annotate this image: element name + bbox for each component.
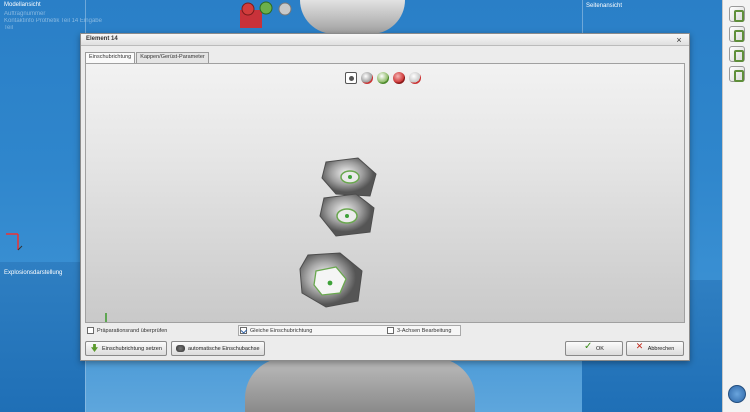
right-toolbar	[722, 0, 750, 412]
options-row: Präparationsrand überprüfen Gleiche Eins…	[85, 325, 685, 337]
toolbar-tool-icon-1[interactable]	[729, 6, 745, 22]
navigation-icon[interactable]	[728, 385, 746, 403]
background-model-top	[300, 0, 405, 34]
toolbar-tool-icon-4[interactable]	[729, 66, 745, 82]
set-direction-label: Einschubrichtung setzen	[102, 345, 162, 352]
tooth-model-lower[interactable]	[296, 249, 366, 311]
dialog-title: Element 14	[86, 36, 118, 42]
toolbar-tool-icon-2[interactable]	[729, 26, 745, 42]
view-tooth-icon-3[interactable]	[393, 72, 405, 84]
model-view-info-3: Teil	[4, 25, 14, 31]
cancel-label: Abbrechen	[647, 345, 675, 352]
tooth-model-upper[interactable]	[316, 154, 381, 239]
view-tooth-icon-1[interactable]	[361, 72, 373, 84]
background-bottom-band-left	[0, 262, 85, 412]
dialog-tabs: Einschubrichtung Kappen/Gerüst-Parameter	[85, 52, 210, 63]
view-tooth-icon-4[interactable]	[409, 72, 421, 84]
three-axis-option[interactable]: 3-Achsen Bearbeitung	[387, 327, 451, 334]
ok-button[interactable]: OK	[565, 341, 623, 356]
axis-indicator: x	[105, 313, 107, 322]
check-margin-option[interactable]: Präparationsrand überprüfen	[87, 327, 167, 334]
checkmark-icon	[584, 341, 593, 353]
background-tooth-icons	[240, 0, 302, 28]
tab-insertion-direction[interactable]: Einschubrichtung	[85, 52, 136, 63]
view-tooth-icon-2[interactable]	[377, 72, 389, 84]
arrow-down-icon	[90, 344, 99, 353]
three-axis-label: 3-Achsen Bearbeitung	[397, 327, 452, 334]
toolbar-tool-icon-3[interactable]	[729, 46, 745, 62]
close-icon[interactable]: ×	[674, 34, 684, 46]
background-axis-icon	[2, 226, 24, 256]
same-direction-option[interactable]: Gleiche Einschubrichtung	[240, 327, 312, 334]
dialog-titlebar: Element 14 ×	[81, 34, 689, 46]
element-dialog: Element 14 × Einschubrichtung Kappen/Ger…	[80, 33, 690, 361]
model-view-title: Modellansicht	[4, 2, 41, 8]
tooth-icon	[176, 344, 185, 353]
model-view-info-1: Auftragnummer	[4, 11, 46, 17]
set-direction-button[interactable]: Einschubrichtung setzen	[85, 341, 167, 356]
check-margin-label: Präparationsrand überprüfen	[97, 327, 168, 334]
explosion-view-title: Explosionsdarstellung	[4, 270, 63, 276]
same-direction-checkbox[interactable]	[240, 327, 247, 334]
tab-coping-parameters[interactable]: Kappen/Gerüst-Parameter	[136, 52, 209, 63]
three-axis-checkbox[interactable]	[387, 327, 394, 334]
model-view-info-2: Kontaktinfo Prothetik Teil 14 Eingabe	[4, 18, 102, 24]
viewport-toolbar	[345, 72, 421, 84]
same-direction-label: Gleiche Einschubrichtung	[250, 327, 313, 334]
camera-icon[interactable]	[345, 72, 357, 84]
check-margin-checkbox[interactable]	[87, 327, 94, 334]
auto-axis-label: automatische Einschubachse	[188, 345, 260, 352]
3d-viewport[interactable]: x	[85, 63, 685, 323]
auto-axis-button[interactable]: automatische Einschubachse	[171, 341, 265, 356]
cancel-icon	[636, 342, 645, 353]
side-view-title: Seitenansicht	[586, 3, 623, 9]
ok-label: OK	[596, 345, 604, 352]
background-model-bottom	[245, 358, 475, 412]
cancel-button[interactable]: Abbrechen	[626, 341, 684, 356]
